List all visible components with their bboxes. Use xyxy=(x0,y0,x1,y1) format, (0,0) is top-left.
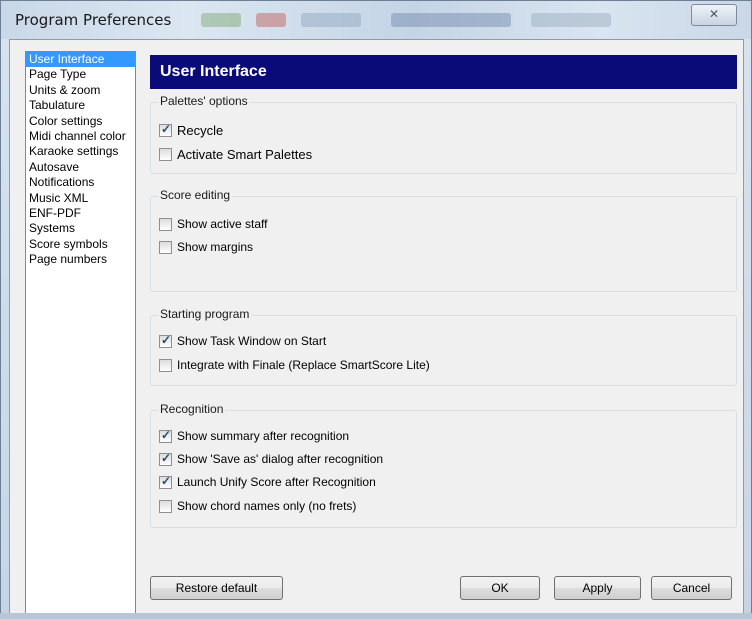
apply-button[interactable]: Apply xyxy=(554,576,641,600)
checkmark-icon: ✓ xyxy=(160,473,172,488)
taskbar-ghost-decoration xyxy=(256,13,286,27)
checkbox-box[interactable]: ✓ xyxy=(159,473,172,489)
checkbox-integrate-with-finale[interactable]: Integrate with Finale (Replace SmartScor… xyxy=(159,357,430,373)
checkmark-icon: ✓ xyxy=(160,450,172,465)
category-list[interactable]: User Interface Page Type Units & zoom Tabul… xyxy=(25,51,136,614)
checkbox-box[interactable]: ✓ xyxy=(159,450,172,466)
checkbox-show-save-as[interactable]: ✓ Show 'Save as' dialog after recognitio… xyxy=(159,451,383,467)
checkbox-label: Show 'Save as' dialog after recognition xyxy=(177,452,384,466)
checkbox-label: Show Task Window on Start xyxy=(177,334,327,348)
checkbox-label: Show margins xyxy=(177,240,254,254)
checkbox-show-summary[interactable]: ✓ Show summary after recognition xyxy=(159,428,349,444)
restore-default-button[interactable]: Restore default xyxy=(150,576,283,600)
group-recognition: Recognition ✓ Show summary after recogni… xyxy=(150,402,737,528)
category-item[interactable]: Systems xyxy=(26,221,135,236)
group-title: Starting program xyxy=(158,307,252,321)
checkbox-box[interactable]: ✓ xyxy=(159,332,172,348)
category-item[interactable]: Autosave xyxy=(26,160,135,175)
checkmark-icon: ✓ xyxy=(160,121,172,136)
close-icon: ✕ xyxy=(708,7,720,21)
checkbox-label: Launch Unify Score after Recognition xyxy=(177,475,376,489)
checkbox-recycle[interactable]: ✓ Recycle xyxy=(159,122,223,138)
checkbox-label: Show active staff xyxy=(177,217,268,231)
checkbox-box[interactable] xyxy=(159,499,172,513)
checkbox-label: Show summary after recognition xyxy=(177,429,350,443)
close-button[interactable]: ✕ xyxy=(691,4,737,26)
checkbox-box[interactable] xyxy=(159,147,172,161)
taskbar-ghost-decoration xyxy=(301,13,361,27)
ok-button[interactable]: OK xyxy=(460,576,540,600)
checkbox-box[interactable] xyxy=(159,217,172,231)
category-item[interactable]: Score symbols xyxy=(26,237,135,252)
checkmark-icon: ✓ xyxy=(160,427,172,442)
window-bottom-edge xyxy=(0,613,752,619)
window-title: Program Preferences xyxy=(15,11,172,29)
category-item[interactable]: Music XML xyxy=(26,191,135,206)
group-score-editing: Score editing Show active staff Show mar… xyxy=(150,188,737,292)
checkbox-label: Show chord names only (no frets) xyxy=(177,499,357,513)
category-item[interactable]: User Interface xyxy=(26,52,135,68)
checkbox-box[interactable]: ✓ xyxy=(159,121,172,137)
title-bar[interactable]: Program Preferences ✕ xyxy=(1,1,751,39)
taskbar-ghost-decoration xyxy=(391,13,511,27)
checkbox-box[interactable] xyxy=(159,240,172,254)
checkmark-icon: ✓ xyxy=(160,332,172,347)
checkbox-label: Recycle xyxy=(177,122,224,138)
category-item[interactable]: Page numbers xyxy=(26,252,135,267)
checkbox-box[interactable]: ✓ xyxy=(159,427,172,443)
checkbox-activate-smart-palettes[interactable]: Activate Smart Palettes xyxy=(159,146,312,162)
checkbox-show-margins[interactable]: Show margins xyxy=(159,239,253,255)
category-item[interactable]: Units & zoom xyxy=(26,83,135,98)
taskbar-ghost-decoration xyxy=(201,13,241,27)
category-item[interactable]: Notifications xyxy=(26,175,135,190)
preferences-window: Program Preferences ✕ User Interface Page… xyxy=(0,0,752,619)
category-item[interactable]: Tabulature xyxy=(26,98,135,113)
checkbox-label: Integrate with Finale (Replace SmartScor… xyxy=(177,358,430,372)
checkbox-show-chord-names-only[interactable]: Show chord names only (no frets) xyxy=(159,498,356,514)
checkbox-launch-unify-score[interactable]: ✓ Launch Unify Score after Recognition xyxy=(159,474,376,490)
category-item[interactable]: Karaoke settings xyxy=(26,144,135,159)
group-starting-program: Starting program ✓ Show Task Window on S… xyxy=(150,307,737,386)
checkbox-box[interactable] xyxy=(159,358,172,372)
category-item[interactable]: Color settings xyxy=(26,114,135,129)
group-palettes-options: Palettes' options ✓ Recycle Activate Sma… xyxy=(150,94,737,174)
category-item[interactable]: Midi channel color xyxy=(26,129,135,144)
checkbox-label: Activate Smart Palettes xyxy=(177,146,313,162)
group-title: Recognition xyxy=(158,402,226,416)
checkbox-show-task-window[interactable]: ✓ Show Task Window on Start xyxy=(159,333,326,349)
panel-header: User Interface xyxy=(150,55,737,89)
category-item[interactable]: Page Type xyxy=(26,67,135,82)
checkbox-show-active-staff[interactable]: Show active staff xyxy=(159,216,268,232)
cancel-button[interactable]: Cancel xyxy=(651,576,732,600)
group-title: Palettes' options xyxy=(158,94,250,108)
group-title: Score editing xyxy=(158,188,233,202)
category-item[interactable]: ENF-PDF xyxy=(26,206,135,221)
taskbar-ghost-decoration xyxy=(531,13,611,27)
